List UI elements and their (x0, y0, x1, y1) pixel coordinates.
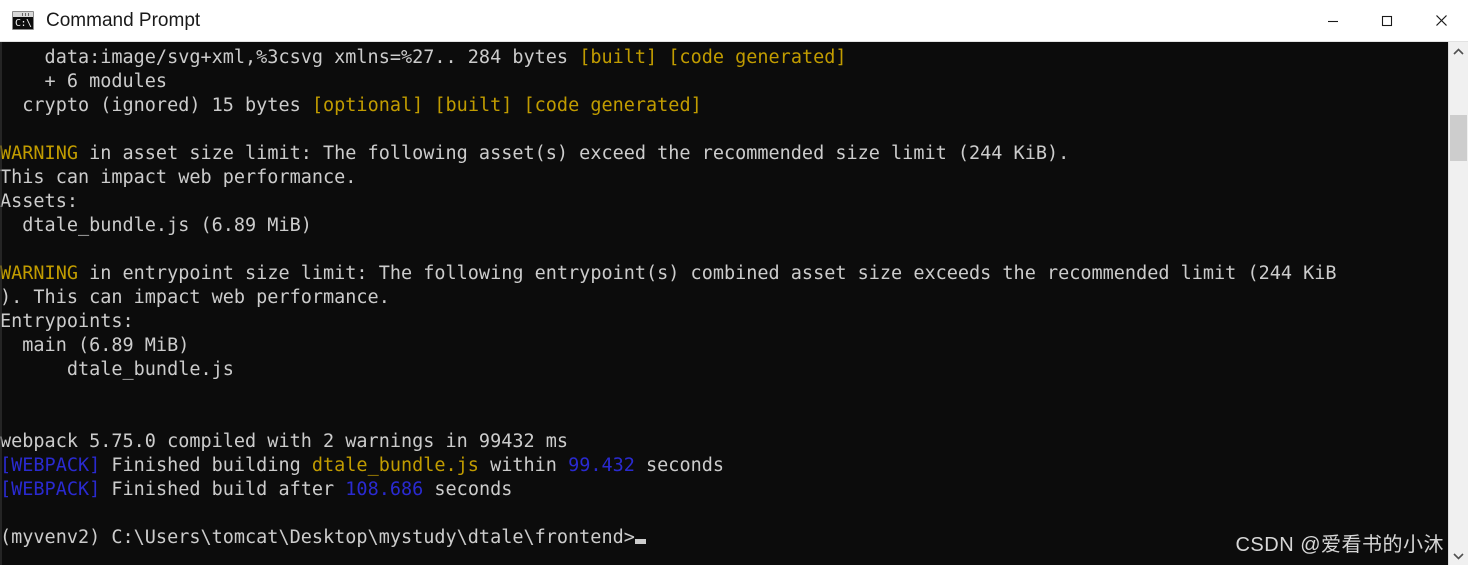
line-warning-asset-cont: This can impact web performance. (0, 166, 1448, 190)
terminal-text: in entrypoint size limit: The following … (77, 263, 1337, 284)
terminal-text: dtale_bundle.js (0, 359, 234, 380)
window-controls (1306, 0, 1468, 42)
terminal-text: WARNING (0, 143, 78, 164)
terminal-text: [WEBPACK] (0, 479, 101, 500)
line-entrypoint-bundle: dtale_bundle.js (0, 358, 1448, 382)
line-blank-5 (0, 502, 1448, 526)
line-warning-asset: WARNING in asset size limit: The followi… (0, 142, 1448, 166)
terminal-text: webpack 5.75.0 compiled with 2 warnings … (0, 431, 569, 452)
terminal-text: dtale_bundle.js (6.89 MiB) (0, 215, 312, 236)
terminal-text: Entrypoints: (0, 311, 134, 332)
line-warning-entrypoint-cont: ). This can impact web performance. (0, 286, 1448, 310)
scroll-up-arrow-icon[interactable] (1449, 42, 1468, 61)
window-title: Command Prompt (46, 9, 201, 31)
line-blank-1 (0, 118, 1448, 142)
command-prompt-window: C:\. Command Prompt (0, 0, 1468, 565)
command-prompt-icon: C:\. (12, 11, 34, 30)
terminal-text: seconds (634, 455, 724, 476)
scroll-thumb[interactable] (1450, 115, 1467, 161)
terminal-left-edge (0, 42, 2, 565)
line-blank-2 (0, 238, 1448, 262)
terminal-text: This can impact web performance. (0, 167, 357, 188)
title-bar-left: C:\. Command Prompt (0, 10, 1306, 32)
cmd-icon-glyph: C:\. (15, 18, 33, 29)
terminal-output[interactable]: data:image/svg+xml,%3csvg xmlns=%27.. 28… (0, 42, 1448, 565)
terminal-text: crypto (ignored) 15 bytes (0, 95, 312, 116)
line-entrypoint-main: main (6.89 MiB) (0, 334, 1448, 358)
terminal-text: data:image/svg+xml,%3csvg xmlns=%27.. 28… (0, 47, 580, 68)
terminal-text: [WEBPACK] (0, 455, 101, 476)
terminal-text: Finished building (100, 455, 312, 476)
terminal-cursor (634, 539, 646, 544)
line-prompt: (myvenv2) C:\Users\tomcat\Desktop\mystud… (0, 526, 1448, 550)
terminal-text: [code generated] (523, 95, 702, 116)
line-entrypoints-header: Entrypoints: (0, 310, 1448, 334)
line-asset-bundle: dtale_bundle.js (6.89 MiB) (0, 214, 1448, 238)
line-warning-entrypoint: WARNING in entrypoint size limit: The fo… (0, 262, 1448, 286)
terminal-text: [built] (434, 95, 513, 116)
terminal-text: 99.432 (568, 455, 635, 476)
line-assets-header: Assets: (0, 190, 1448, 214)
maximize-button[interactable] (1360, 0, 1414, 42)
terminal-text: dtale_bundle.js (311, 455, 479, 476)
terminal-text: + 6 modules (0, 71, 168, 92)
terminal-text: (myvenv2) C:\Users\tomcat\Desktop\mystud… (0, 527, 635, 548)
scroll-down-arrow-icon[interactable] (1449, 546, 1468, 565)
line-blank-4 (0, 406, 1448, 430)
terminal-text: Assets: (0, 191, 78, 212)
terminal-text: [code generated] (668, 47, 847, 68)
line-webpack-compiled: webpack 5.75.0 compiled with 2 warnings … (0, 430, 1448, 454)
cmd-icon-menu-dots (22, 13, 31, 16)
terminal-text: WARNING (0, 263, 78, 284)
line-crypto: crypto (ignored) 15 bytes [optional] [bu… (0, 94, 1448, 118)
terminal-scrollbar[interactable] (1448, 42, 1468, 565)
terminal-text: main (6.89 MiB) (0, 335, 190, 356)
title-bar[interactable]: C:\. Command Prompt (0, 0, 1468, 42)
line-blank-3 (0, 382, 1448, 406)
line-webpack-finished-build: [WEBPACK] Finished build after 108.686 s… (0, 478, 1448, 502)
line-webpack-finished-building: [WEBPACK] Finished building dtale_bundle… (0, 454, 1448, 478)
close-button[interactable] (1414, 0, 1468, 42)
terminal-text: [optional] (311, 95, 424, 116)
line-asset-svg: data:image/svg+xml,%3csvg xmlns=%27.. 28… (0, 46, 1448, 70)
terminal-text: ). This can impact web performance. (0, 287, 390, 308)
terminal-text: 108.686 (345, 479, 424, 500)
line-plus-modules: + 6 modules (0, 70, 1448, 94)
terminal-text: seconds (423, 479, 513, 500)
minimize-button[interactable] (1306, 0, 1360, 42)
terminal-text: [built] (579, 47, 658, 68)
terminal-text: in asset size limit: The following asset… (77, 143, 1070, 164)
terminal-text: Finished build after (100, 479, 346, 500)
terminal-text: within (478, 455, 569, 476)
watermark: CSDN @爱看书的小沐 (1235, 534, 1444, 556)
terminal-line-list: data:image/svg+xml,%3csvg xmlns=%27.. 28… (0, 46, 1448, 550)
